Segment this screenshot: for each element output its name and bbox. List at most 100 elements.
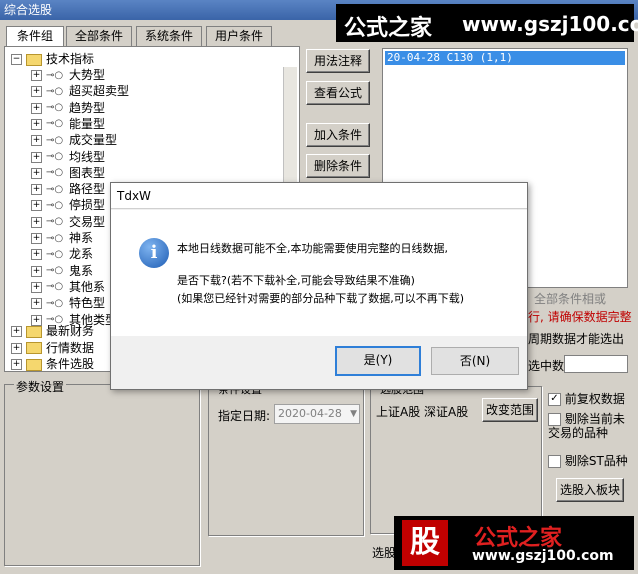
warning-text: 行, 请确保数据完整 xyxy=(528,310,632,324)
checkbox-unchecked[interactable] xyxy=(548,413,561,426)
tree-item[interactable]: + ⊸○ 停损型 xyxy=(31,197,105,213)
collapse-icon[interactable]: − xyxy=(11,54,22,65)
key-icon: ⊸○ xyxy=(46,248,64,260)
key-icon: ⊸○ xyxy=(46,216,64,228)
tree-root[interactable]: − 技术指标 xyxy=(11,51,94,67)
tree-folder[interactable]: + 条件选股 xyxy=(11,356,94,371)
watermark-top: 公式之家 www.gszj100.com xyxy=(336,4,638,42)
expand-icon[interactable]: + xyxy=(31,151,42,163)
dialog-body: i 本地日线数据可能不全,本功能需要使用完整的日线数据, 是否下载?(若不下载补… xyxy=(111,210,527,336)
delete-condition-button[interactable]: 删除条件 xyxy=(306,154,370,178)
change-range-button[interactable]: 改变范围 xyxy=(482,398,538,422)
pick-count-label: 选中数 xyxy=(528,359,565,373)
checkbox-unchecked[interactable] xyxy=(548,455,561,468)
tree-item[interactable]: + ⊸○ 路径型 xyxy=(31,181,105,197)
check-icon[interactable]: ✓ xyxy=(548,393,561,406)
watermark-badge: 股 xyxy=(402,520,448,566)
tree-item[interactable]: + ⊸○ 鬼系 xyxy=(31,263,93,279)
key-icon: ⊸○ xyxy=(46,69,64,81)
expand-icon[interactable]: + xyxy=(31,167,42,179)
view-formula-button[interactable]: 查看公式 xyxy=(306,81,370,105)
no-button[interactable]: 否(N) xyxy=(431,347,519,375)
key-icon: ⊸○ xyxy=(46,134,64,146)
download-dialog: TdxW i 本地日线数据可能不全,本功能需要使用完整的日线数据, 是否下载?(… xyxy=(110,182,528,390)
usage-notes-button[interactable]: 用法注释 xyxy=(306,49,370,73)
expand-icon[interactable]: + xyxy=(31,281,42,293)
watermark-title: 公式之家 xyxy=(344,16,433,41)
tree-item[interactable]: + ⊸○ 超买超卖型 xyxy=(31,83,129,99)
pick-count-field xyxy=(564,355,628,373)
all-conditions-or[interactable]: 全部条件相或 xyxy=(534,290,606,307)
expand-icon[interactable]: + xyxy=(31,298,42,310)
key-icon: ⊸○ xyxy=(46,151,64,162)
dialog-line-3: (如果您已经针对需要的部分品种下载了数据,可以不再下载) xyxy=(177,292,465,305)
key-icon: ⊸○ xyxy=(46,281,64,293)
expand-icon[interactable]: + xyxy=(11,326,22,337)
expand-icon[interactable]: + xyxy=(31,233,42,244)
tab-all-conditions[interactable]: 全部条件 xyxy=(66,26,132,46)
tree-item[interactable]: + ⊸○ 龙系 xyxy=(31,246,93,262)
expand-icon[interactable]: + xyxy=(31,265,42,277)
tree-item[interactable]: + ⊸○ 图表型 xyxy=(31,165,105,181)
tree-item[interactable]: + ⊸○ 其他系 xyxy=(31,279,105,295)
key-icon: ⊸○ xyxy=(46,183,64,195)
tree-item[interactable]: + ⊸○ 均线型 xyxy=(31,149,105,165)
exclude-suspended-option[interactable]: 剔除当前未交易的品种 xyxy=(548,412,636,440)
date-label: 指定日期: xyxy=(218,409,271,423)
folder-icon xyxy=(26,358,42,371)
folder-icon xyxy=(26,325,42,338)
expand-icon[interactable]: + xyxy=(31,200,42,212)
expand-icon[interactable]: + xyxy=(31,135,42,147)
expand-icon[interactable]: + xyxy=(31,216,42,228)
tree-item[interactable]: + ⊸○ 交易型 xyxy=(31,214,105,230)
tree-folder[interactable]: + 最新财务 xyxy=(11,323,94,339)
add-condition-button[interactable]: 加入条件 xyxy=(306,123,370,147)
key-icon: ⊸○ xyxy=(46,102,64,114)
params-group xyxy=(4,384,200,566)
chevron-down-icon[interactable]: ▼ xyxy=(350,405,357,423)
tree-item[interactable]: + ⊸○ 神系 xyxy=(31,230,93,246)
folder-icon xyxy=(26,342,42,354)
tree-item[interactable]: + ⊸○ 特色型 xyxy=(31,295,105,311)
key-icon: ⊸○ xyxy=(46,167,64,179)
condition-item[interactable]: 20-04-28 C130 (1,1) xyxy=(385,51,625,65)
tab-system-conditions[interactable]: 系统条件 xyxy=(136,26,202,46)
watermark-url-2: www.gszj100.com xyxy=(472,548,614,564)
tree-item[interactable]: + ⊸○ 大势型 xyxy=(31,67,105,83)
bottom-label: 选股 xyxy=(372,546,397,560)
expand-icon[interactable]: + xyxy=(31,184,42,196)
range-text: 上证A股 深证A股 xyxy=(376,405,469,419)
tree-folder[interactable]: + 行情数据 xyxy=(11,340,94,356)
dialog-line-2: 是否下载?(若不下载补全,可能会导致结果不准确) xyxy=(177,274,415,287)
key-icon: ⊸○ xyxy=(46,265,64,277)
tab-condition-group[interactable]: 条件组 xyxy=(6,26,64,46)
expand-icon[interactable]: + xyxy=(11,359,22,370)
expand-icon[interactable]: + xyxy=(31,86,42,98)
key-icon: ⊸○ xyxy=(46,118,64,130)
dialog-title: TdxW xyxy=(111,183,527,209)
info-icon: i xyxy=(139,238,169,268)
watermark-url: www.gszj100.com xyxy=(462,12,638,36)
watermark-bottom: 股 公式之家 www.gszj100.com xyxy=(394,516,634,570)
adjust-option[interactable]: ✓ 前复权数据 xyxy=(548,390,625,407)
tree-item[interactable]: + ⊸○ 趋势型 xyxy=(31,100,105,116)
yes-button[interactable]: 是(Y) xyxy=(335,346,421,376)
expand-icon[interactable]: + xyxy=(31,118,42,130)
dialog-line-1: 本地日线数据可能不全,本功能需要使用完整的日线数据, xyxy=(177,242,448,255)
date-picker[interactable]: 2020-04-28 ▼ xyxy=(274,404,360,424)
add-to-block-button[interactable]: 选股入板块 xyxy=(556,478,624,502)
key-icon: ⊸○ xyxy=(46,232,64,244)
key-icon: ⊸○ xyxy=(46,85,64,97)
params-title: 参数设置 xyxy=(14,378,67,395)
expand-icon[interactable]: + xyxy=(31,249,42,261)
expand-icon[interactable]: + xyxy=(31,102,42,114)
tree-item[interactable]: + ⊸○ 成交量型 xyxy=(31,132,117,148)
tab-user-conditions[interactable]: 用户条件 xyxy=(206,26,272,46)
exclude-st-option[interactable]: 剔除ST品种 xyxy=(548,452,628,469)
period-note: 周期数据才能选出 xyxy=(528,332,625,346)
key-icon: ⊸○ xyxy=(46,199,64,211)
tree-item[interactable]: + ⊸○ 能量型 xyxy=(31,116,105,132)
expand-icon[interactable]: + xyxy=(11,342,22,354)
key-icon: ⊸○ xyxy=(46,297,64,309)
expand-icon[interactable]: + xyxy=(31,70,42,81)
